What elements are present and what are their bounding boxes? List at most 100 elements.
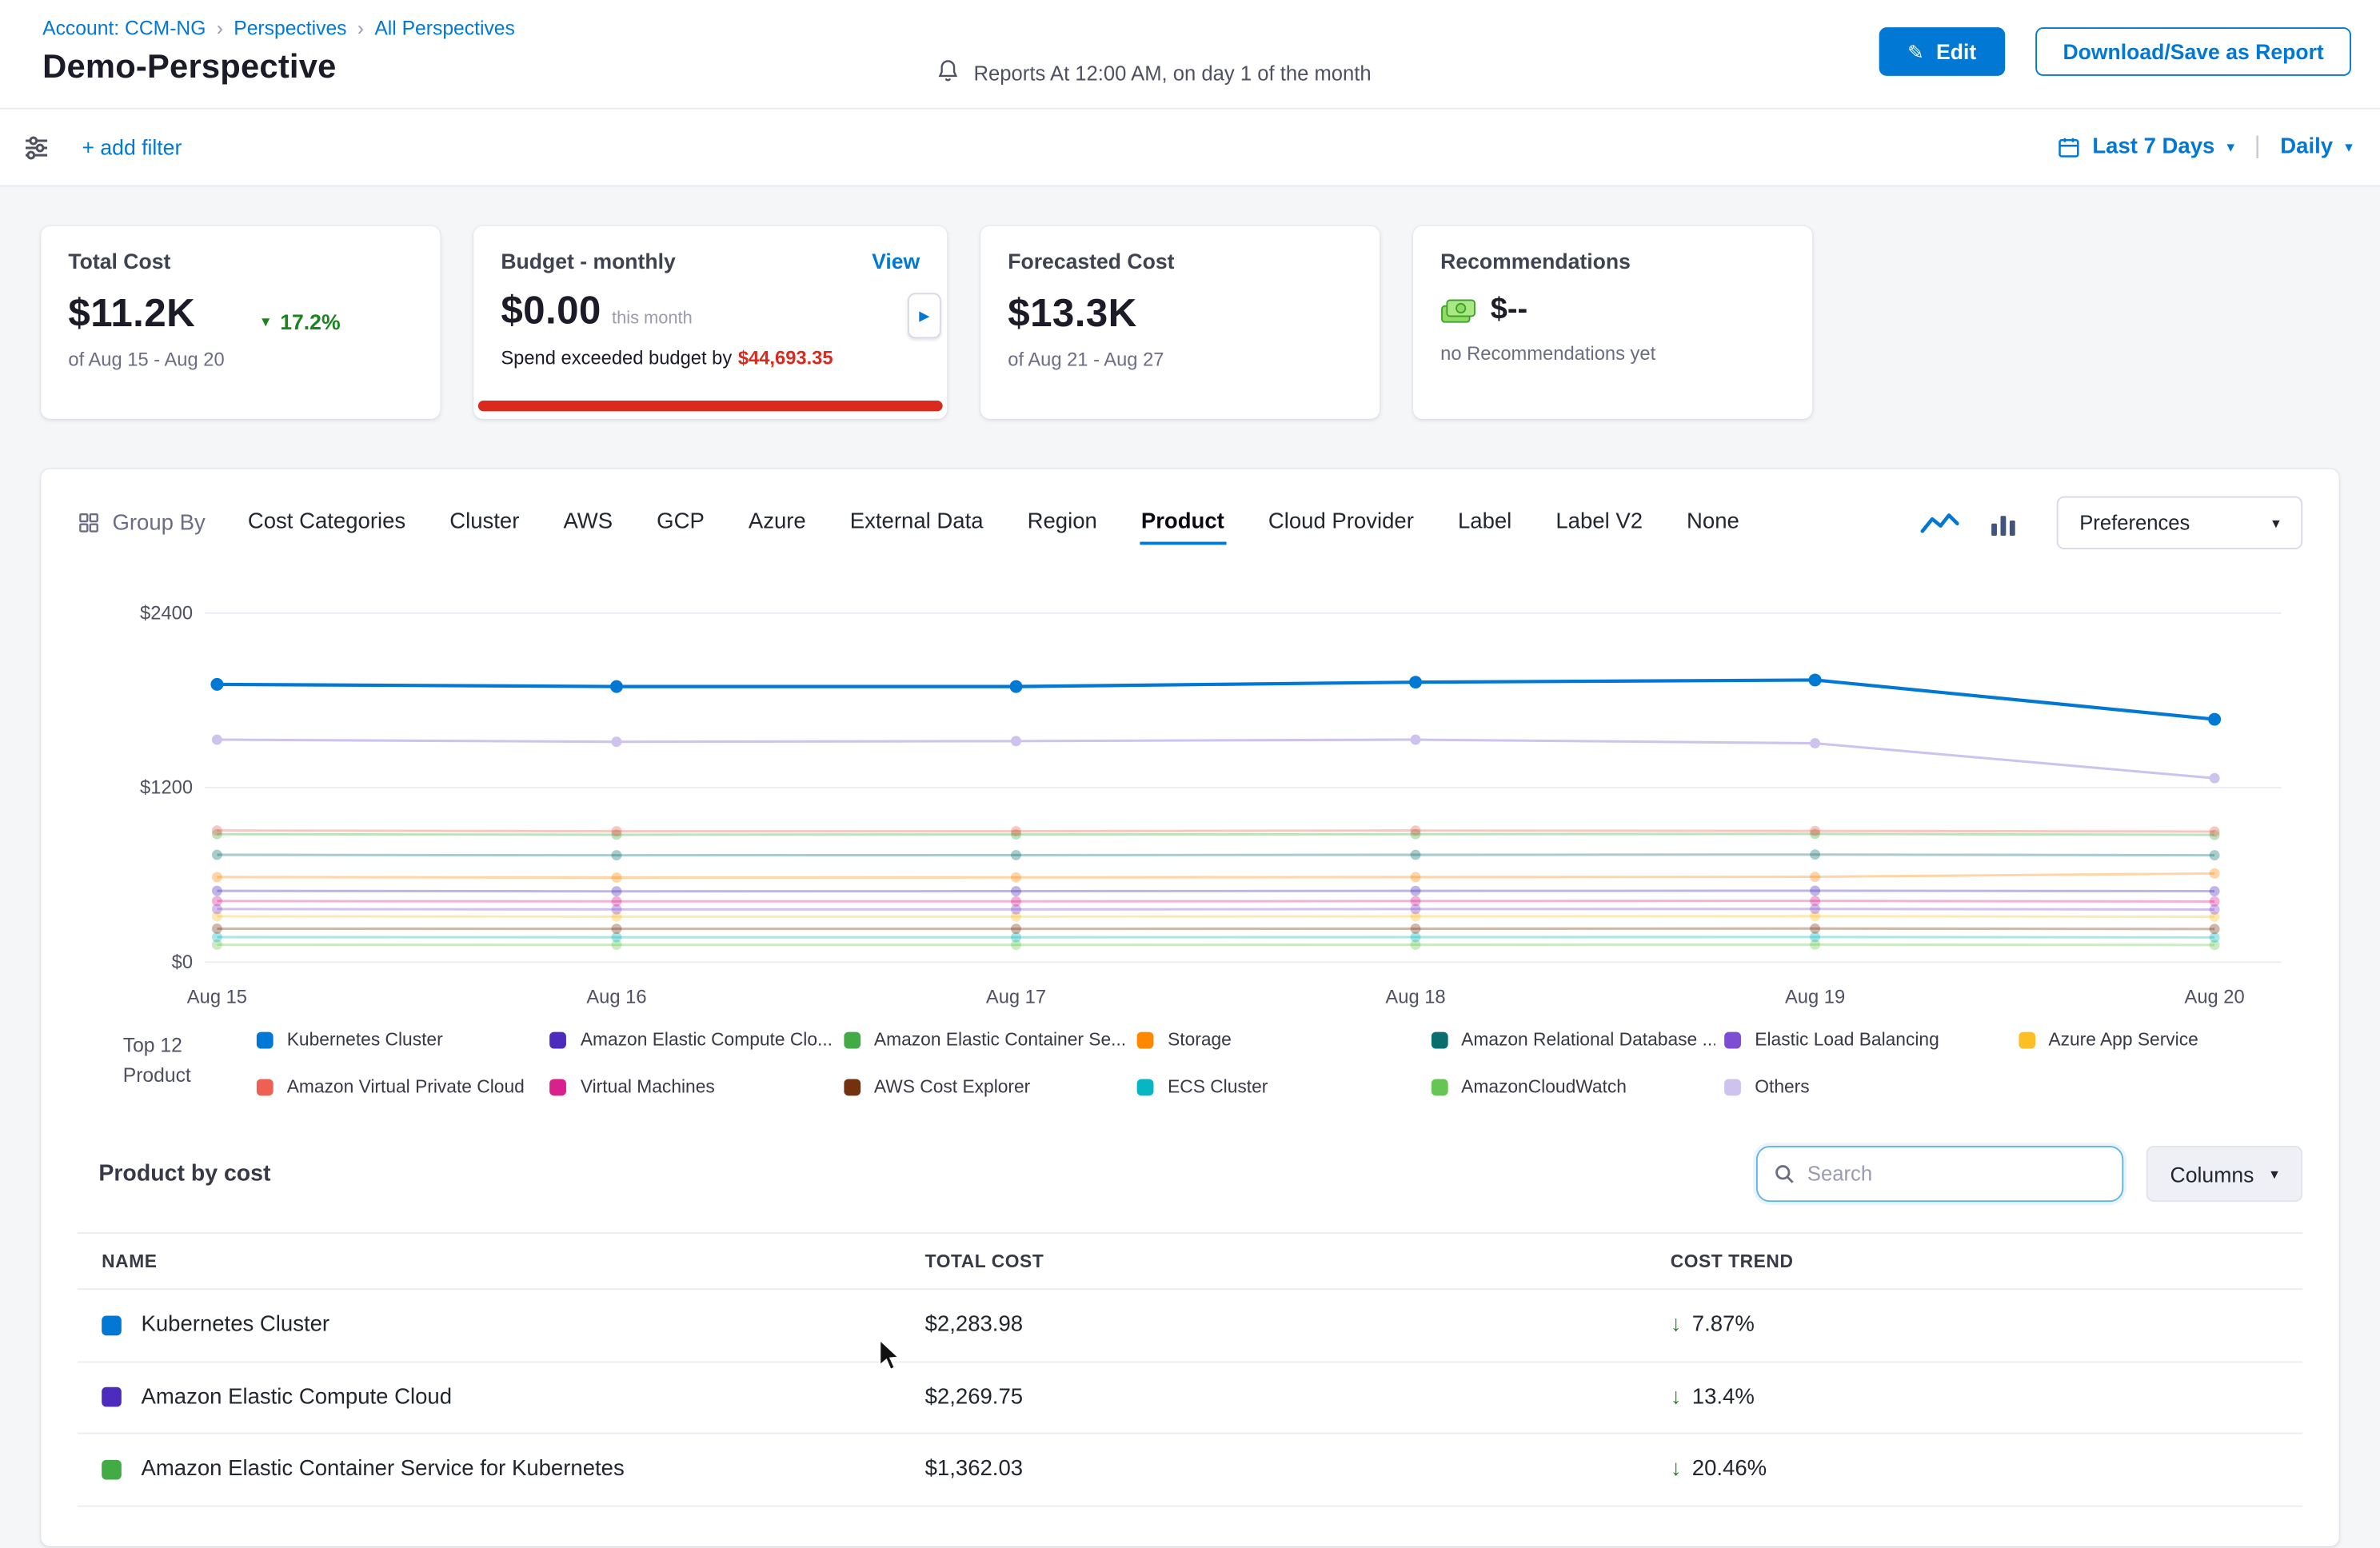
legend-item[interactable]: Virtual Machines	[550, 1076, 835, 1098]
series-color-swatch	[1431, 1079, 1448, 1095]
row-total-cost-cell: $2,269.75	[900, 1385, 1646, 1409]
group-by-tab[interactable]: None	[1685, 501, 1741, 544]
legend-item-label: Amazon Virtual Private Cloud	[287, 1076, 525, 1098]
legend-item[interactable]: Amazon Relational Database ...	[1431, 1029, 1715, 1051]
legend-item-label: Storage	[1168, 1029, 1232, 1051]
legend-item[interactable]: Amazon Virtual Private Cloud	[257, 1076, 541, 1098]
svg-text:Aug 16: Aug 16	[586, 987, 646, 1008]
budget-progress-bar	[478, 401, 943, 411]
table-row[interactable]: Kubernetes Cluster $2,283.98 ↓ 7.87%	[78, 1290, 2302, 1362]
column-header[interactable]: TOTAL COST	[900, 1234, 1646, 1288]
filter-bar: + add filter Last 7 Days ▾ | Daily ▾	[0, 110, 2380, 187]
svg-text:$2400: $2400	[140, 603, 193, 624]
money-icon	[1440, 297, 1477, 324]
recommendations-card: Recommendations $-- no Recommendations y…	[1413, 226, 1812, 419]
legend-item[interactable]: Amazon Elastic Compute Clo...	[550, 1029, 835, 1051]
card-title: Recommendations	[1440, 249, 1785, 273]
row-name-cell[interactable]: Amazon Elastic Compute Cloud	[78, 1385, 900, 1409]
line-chart-toggle-button[interactable]	[1917, 506, 1963, 540]
trend-down-icon: ↓	[1671, 1385, 1682, 1409]
group-by-tab[interactable]: Cluster	[448, 501, 521, 544]
group-by-tab[interactable]: AWS	[562, 501, 614, 544]
line-chart-icon	[1920, 509, 1959, 537]
series-color-swatch	[257, 1079, 274, 1095]
card-title: Forecasted Cost	[1008, 249, 1352, 273]
budget-view-link[interactable]: View	[872, 249, 920, 273]
legend-item[interactable]: Others	[1724, 1076, 2009, 1098]
perspective-panel: Group By Cost Categories Cluster AWS GCP Azu…	[41, 469, 2339, 1546]
row-total-cost-cell: $1,362.03	[900, 1458, 1646, 1482]
chart-legend: Top 12 Product Kubernetes Cluster Amazon…	[78, 1029, 2302, 1097]
date-range-selector[interactable]: Last 7 Days	[2092, 135, 2214, 159]
table-row[interactable]: Amazon Elastic Container Service for Kub…	[78, 1434, 2302, 1506]
trend-value: 20.46%	[1692, 1458, 1767, 1482]
group-by-tab[interactable]: Label V2	[1554, 501, 1643, 544]
budget-expand-button[interactable]: ▶	[908, 293, 941, 338]
group-by-tab[interactable]: Cloud Provider	[1267, 501, 1416, 544]
group-by-tab[interactable]: Azure	[747, 501, 808, 544]
reports-schedule-note: Reports At 12:00 AM, on day 1 of the mon…	[937, 58, 1372, 88]
series-color-swatch	[102, 1459, 122, 1479]
forecasted-cost-value: $13.3K	[1008, 290, 1136, 337]
legend-item[interactable]: ECS Cluster	[1137, 1076, 1422, 1098]
budget-value: $0.00	[501, 287, 601, 334]
group-by-tab[interactable]: Label	[1456, 501, 1513, 544]
pencil-icon: ✎	[1907, 42, 1924, 62]
svg-text:Aug 15: Aug 15	[187, 987, 247, 1008]
row-name-cell[interactable]: Amazon Elastic Container Service for Kub…	[78, 1458, 900, 1482]
legend-item-label: Amazon Elastic Compute Clo...	[581, 1029, 833, 1051]
breadcrumb-link[interactable]: All Perspectives	[374, 17, 515, 39]
group-by-label: Group By	[78, 511, 206, 535]
legend-item[interactable]: AWS Cost Explorer	[844, 1076, 1128, 1098]
row-cost-trend-cell: ↓ 7.87%	[1646, 1313, 2302, 1337]
play-icon: ▶	[919, 307, 929, 324]
series-color-swatch	[1724, 1079, 1741, 1095]
breadcrumb-link[interactable]: Account: CCM-NG	[42, 17, 234, 39]
svg-text:Aug 17: Aug 17	[986, 987, 1046, 1008]
table-row[interactable]: Amazon Elastic Compute Cloud $2,269.75 ↓…	[78, 1362, 2302, 1434]
trend-value: 7.87%	[1692, 1313, 1755, 1337]
trend-down-icon: ▼	[259, 314, 273, 329]
group-by-tab[interactable]: Cost Categories	[246, 501, 407, 544]
row-name-cell[interactable]: Kubernetes Cluster	[78, 1313, 900, 1337]
series-color-swatch	[844, 1031, 861, 1048]
edit-button[interactable]: ✎ Edit	[1879, 27, 2005, 76]
group-by-tab[interactable]: Product	[1140, 501, 1226, 544]
main-content: Total Cost $11.2K ▼ 17.2% of Aug 15 - Au…	[0, 186, 2380, 1546]
download-save-report-button[interactable]: Download/Save as Report	[2035, 27, 2351, 76]
legend-item-label: Azure App Service	[2048, 1029, 2198, 1051]
legend-item[interactable]: Elastic Load Balancing	[1724, 1029, 2009, 1051]
group-by-tab[interactable]: External Data	[849, 501, 985, 544]
series-color-swatch	[1724, 1031, 1741, 1048]
legend-item[interactable]: Kubernetes Cluster	[257, 1029, 541, 1051]
product-cost-table: NAMETOTAL COSTCOST TREND Kubernetes Clus…	[78, 1232, 2302, 1506]
columns-button[interactable]: Columns ▾	[2146, 1146, 2302, 1202]
add-filter-button[interactable]: + add filter	[82, 135, 182, 159]
legend-item[interactable]: Storage	[1137, 1029, 1422, 1051]
calendar-icon	[2056, 135, 2080, 159]
legend-item-label: ECS Cluster	[1168, 1076, 1268, 1098]
legend-item-label: Others	[1755, 1076, 1809, 1098]
column-header[interactable]: NAME	[78, 1234, 900, 1288]
search-icon	[1772, 1163, 1795, 1185]
legend-item[interactable]: Azure App Service	[2018, 1029, 2302, 1051]
total-cost-period: of Aug 15 - Aug 20	[68, 349, 413, 371]
legend-item[interactable]: Amazon Elastic Container Se...	[844, 1029, 1128, 1051]
breadcrumb-link[interactable]: Perspectives	[234, 17, 374, 39]
group-by-tab[interactable]: GCP	[655, 501, 705, 544]
series-color-swatch	[2018, 1031, 2035, 1048]
bar-chart-toggle-button[interactable]	[1987, 506, 2020, 540]
granularity-selector[interactable]: Daily	[2280, 135, 2333, 159]
legend-item[interactable]: AmazonCloudWatch	[1431, 1076, 1715, 1098]
preferences-button[interactable]: Preferences ▾	[2057, 497, 2302, 549]
series-color-swatch	[102, 1387, 122, 1407]
chevron-down-icon: ▾	[2270, 1167, 2278, 1183]
grid-icon	[78, 512, 100, 534]
filter-sliders-icon[interactable]	[22, 133, 52, 162]
search-input[interactable]	[1807, 1163, 2106, 1185]
group-by-tab[interactable]: Region	[1026, 501, 1099, 544]
budget-card: Budget - monthly View $0.00 this month S…	[473, 226, 947, 419]
column-header[interactable]: COST TREND	[1646, 1234, 2302, 1288]
legend-item-label: Virtual Machines	[581, 1076, 715, 1098]
bar-chart-icon	[1990, 509, 2017, 537]
